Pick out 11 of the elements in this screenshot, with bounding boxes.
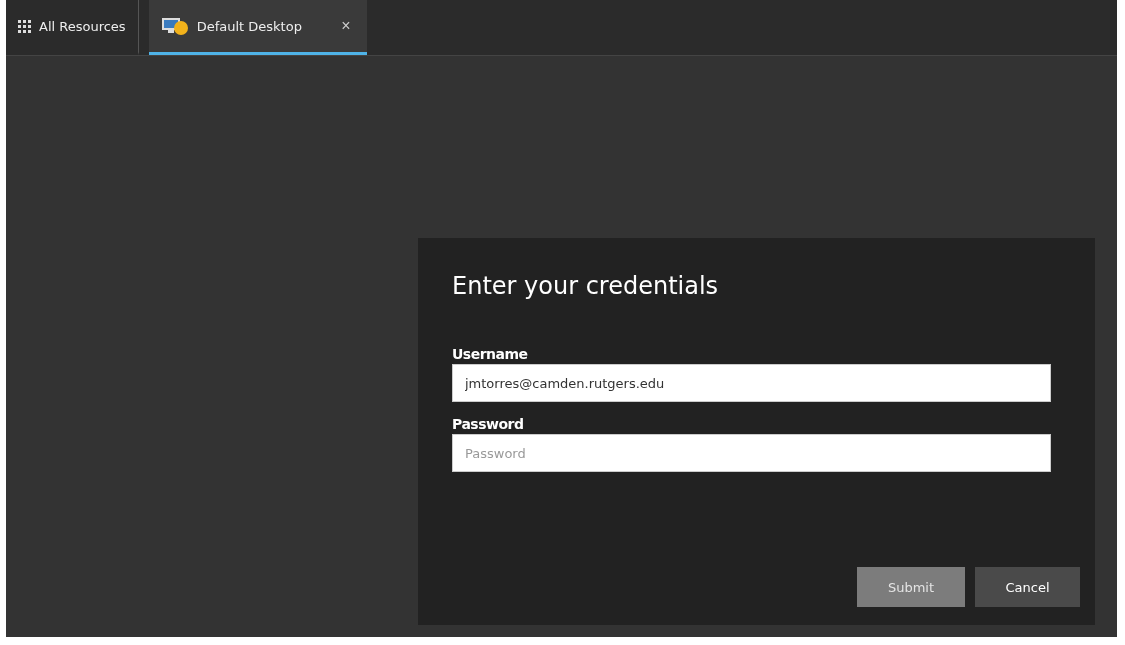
cancel-button[interactable]: Cancel [975,567,1080,607]
dialog-title: Enter your credentials [452,272,720,300]
close-button[interactable]: × [337,17,355,35]
app-grid-icon [18,19,31,33]
desktop-warning-icon [160,16,189,36]
tab[interactable]: Default Desktop × [148,0,367,55]
input-field[interactable]: Password [452,434,1051,472]
input-field[interactable]: jmtorres@camden.rutgers.edu [452,364,1051,402]
field-label: Username [452,346,528,362]
field-label: Password [452,416,524,432]
tab[interactable]: All Resources [6,0,139,55]
